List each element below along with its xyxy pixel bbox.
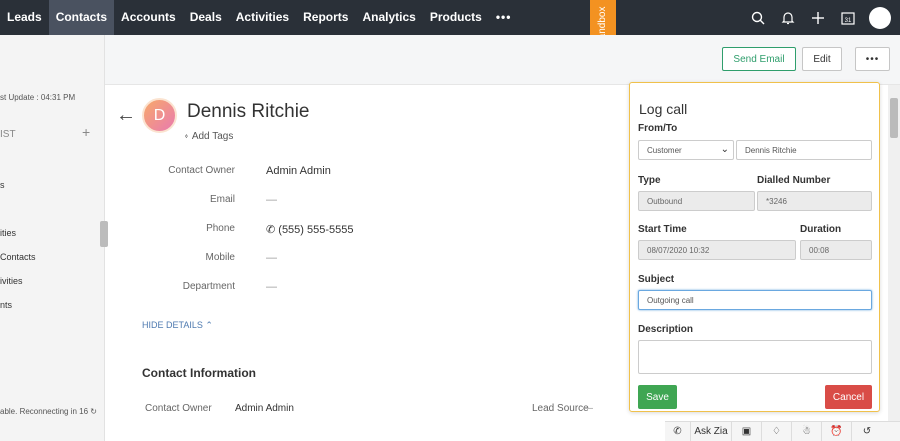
info-value-contact-owner: Admin Admin xyxy=(235,403,294,414)
dialled-number-field: *3246 xyxy=(757,191,872,211)
section-title: Contact Information xyxy=(142,366,256,380)
chevron-up-icon: ⌃ xyxy=(205,320,213,330)
subject-label: Subject xyxy=(638,274,675,285)
add-tags-link[interactable]: ⬫ Add Tags xyxy=(185,131,233,142)
info-label-lead-source: Lead Source xyxy=(532,403,589,414)
phone-icon: ✆ xyxy=(266,224,276,236)
tab-accounts[interactable]: Accounts xyxy=(114,0,183,35)
back-arrow-icon[interactable]: ← xyxy=(116,104,136,127)
sidebar-item[interactable]: nts xyxy=(0,300,12,310)
more-actions-button[interactable]: ••• xyxy=(855,47,890,71)
add-list-icon[interactable]: + xyxy=(82,124,90,140)
sidebar-item[interactable]: ities xyxy=(0,228,16,238)
header-icons: 31 xyxy=(743,0,900,35)
tab-deals[interactable]: Deals xyxy=(183,0,229,35)
action-bar: Send Email Edit ••• xyxy=(105,35,900,85)
duration-field: 00:08 xyxy=(800,240,872,260)
field-label-mobile: Mobile xyxy=(205,252,235,263)
send-email-button[interactable]: Send Email xyxy=(722,47,796,71)
history-icon[interactable]: ↺ xyxy=(852,422,882,441)
save-button[interactable]: Save xyxy=(638,385,677,409)
ask-zia-button[interactable]: Ask Zia xyxy=(691,421,732,441)
tab-reports[interactable]: Reports xyxy=(296,0,355,35)
sidebar-item[interactable]: ivities xyxy=(0,276,23,286)
tag-icon: ⬫ xyxy=(185,131,188,142)
refresh-icon[interactable]: ↻ xyxy=(90,407,97,416)
field-value-mobile: — xyxy=(266,252,277,264)
field-value-email: — xyxy=(266,194,277,206)
bell-icon[interactable] xyxy=(773,0,803,35)
alarm-icon[interactable]: ⏰ xyxy=(822,421,852,441)
start-time-label: Start Time xyxy=(638,224,687,235)
gamepad-icon[interactable]: ▣ xyxy=(732,421,762,441)
user-avatar[interactable] xyxy=(869,6,891,29)
type-field: Outbound xyxy=(638,191,755,211)
hide-details-link[interactable]: HIDE DETAILS ⌃ xyxy=(142,320,213,331)
field-value-phone[interactable]: ✆ (555) 555-5555 xyxy=(266,223,354,236)
tab-activities[interactable]: Activities xyxy=(229,0,296,35)
from-to-name-field[interactable]: Dennis Ritchie xyxy=(736,140,872,160)
log-call-panel: Log call From/To Customer ⌄ Dennis Ritch… xyxy=(629,82,880,412)
phone-icon[interactable]: ✆ xyxy=(665,421,691,441)
start-time-field: 08/07/2020 10:32 xyxy=(638,240,796,260)
subject-input[interactable]: Outgoing call xyxy=(638,290,872,310)
tab-contacts[interactable]: Contacts xyxy=(48,0,115,35)
bottom-bar: ✆ Ask Zia ▣ ♢ ☃ ⏰ ↺ xyxy=(665,421,900,441)
field-label-email: Email xyxy=(209,194,235,205)
dialled-number-label: Dialled Number xyxy=(757,175,831,186)
phone-number: (555) 555-5555 xyxy=(278,224,354,236)
type-label: Type xyxy=(638,175,661,186)
translate-icon[interactable]: ☃ xyxy=(792,421,822,441)
calendar-icon[interactable]: 31 xyxy=(833,0,863,35)
sidebar-item[interactable]: Contacts xyxy=(0,252,36,262)
description-label: Description xyxy=(638,324,694,335)
badge-icon[interactable]: ♢ xyxy=(762,421,792,441)
tab-leads[interactable]: Leads xyxy=(0,0,49,35)
scrollbar-thumb[interactable] xyxy=(890,98,898,138)
info-value-lead-source: — xyxy=(583,403,593,414)
info-label-contact-owner: Contact Owner xyxy=(145,403,212,414)
search-icon[interactable] xyxy=(743,0,773,35)
from-to-type-select[interactable]: Customer ⌄ xyxy=(638,140,734,160)
tab-products[interactable]: Products xyxy=(423,0,489,35)
top-nav: Leads Contacts Accounts Deals Activities… xyxy=(0,0,900,35)
tab-more[interactable]: ••• xyxy=(489,0,519,35)
from-to-label: From/To xyxy=(638,123,678,134)
connection-status: able. Reconnecting in 16 ↻ xyxy=(0,407,97,416)
plus-icon[interactable] xyxy=(803,0,833,35)
duration-label: Duration xyxy=(800,224,842,235)
scrollbar[interactable] xyxy=(888,85,900,421)
edit-button[interactable]: Edit xyxy=(802,47,842,71)
list-header: IST xyxy=(0,129,16,140)
description-textarea[interactable] xyxy=(638,340,872,374)
sidebar-item[interactable]: s xyxy=(0,180,5,190)
sidebar: st Update : 04:31 PM IST + s ities Conta… xyxy=(0,35,108,441)
field-value-contact-owner: Admin Admin xyxy=(266,165,331,177)
log-call-title: Log call xyxy=(639,101,688,117)
contact-name: Dennis Ritchie xyxy=(187,101,310,122)
field-value-department: — xyxy=(266,281,277,293)
last-update: st Update : 04:31 PM xyxy=(0,93,76,102)
tab-analytics[interactable]: Analytics xyxy=(355,0,422,35)
chevron-down-icon: ⌄ xyxy=(720,144,729,155)
contact-avatar: D xyxy=(142,98,177,133)
field-label-department: Department xyxy=(182,281,235,292)
add-tags-label: Add Tags xyxy=(191,131,234,142)
calendar-day: 31 xyxy=(845,18,852,24)
cancel-button[interactable]: Cancel xyxy=(825,385,872,409)
field-label-contact-owner: Contact Owner xyxy=(168,165,235,176)
field-label-phone: Phone xyxy=(206,223,235,234)
